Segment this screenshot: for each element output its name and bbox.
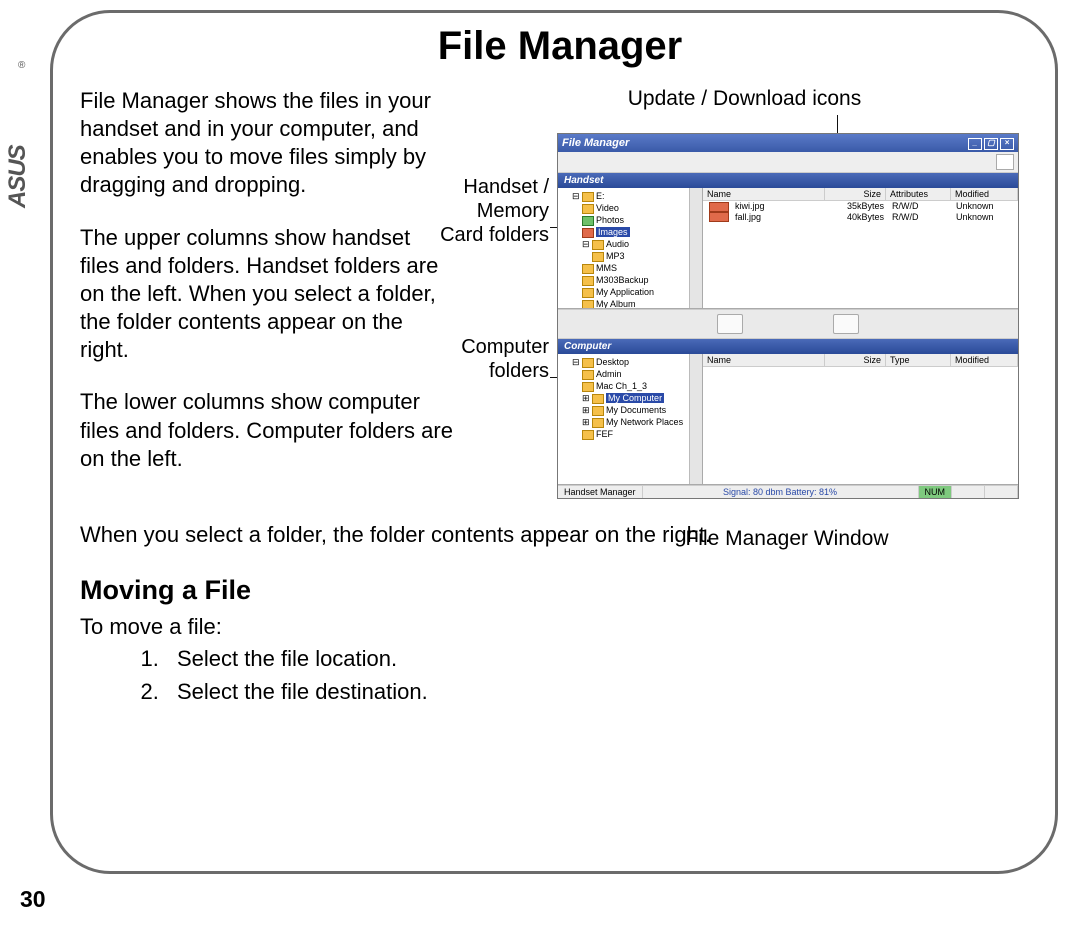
tree-item: Photos	[596, 215, 624, 225]
description-column: File Manager shows the files in your han…	[80, 87, 455, 497]
computer-file-list: Name Size Type Modified	[703, 354, 1018, 484]
col-modified: Modified	[951, 354, 1018, 366]
window-buttons: _▢×	[966, 136, 1014, 150]
handset-file-list: Name Size Attributes Modified kiwi.jpg 3…	[703, 188, 1018, 308]
figure-area: Update / Download icons Handset / Memory…	[467, 87, 1022, 111]
transfer-bar	[558, 309, 1018, 339]
tree-item: My Documents	[606, 405, 666, 415]
tree-item: Desktop	[596, 357, 629, 367]
intro-paragraph-3: The lower columns show computer files an…	[80, 388, 455, 472]
tree-item: Audio	[606, 239, 629, 249]
file-row: kiwi.jpg 35kBytes R/W/D Unknown	[703, 201, 1018, 212]
move-intro: To move a file:	[80, 614, 1040, 640]
intro-paragraph-1: File Manager shows the files in your han…	[80, 87, 455, 200]
brand-logo: ASUS	[4, 78, 32, 208]
tree-scrollbar	[689, 354, 702, 484]
step-item: Select the file location.	[165, 644, 1040, 675]
col-name: Name	[703, 188, 825, 200]
tree-item: FEF	[596, 429, 613, 439]
page-title: File Manager	[80, 24, 1040, 69]
tree-item: MP3	[606, 251, 625, 261]
section-bar-computer: Computer	[558, 339, 1018, 354]
status-left: Handset Manager	[558, 486, 643, 498]
tree-item: My Album	[596, 299, 636, 308]
status-bar: Handset Manager Signal: 80 dbm Battery: …	[558, 485, 1018, 498]
tree-root: E:	[596, 191, 605, 201]
tree-item: My Network Places	[606, 417, 683, 427]
tree-item: My Application	[596, 287, 654, 297]
col-name: Name	[703, 354, 825, 366]
intro-paragraph-2: The upper columns show handset files and…	[80, 224, 455, 365]
col-attributes: Attributes	[886, 188, 951, 200]
tree-scrollbar	[689, 188, 702, 308]
file-manager-window-mock: File Manager _▢× Handset ⊟ E: Video	[557, 133, 1019, 499]
upload-icon	[717, 314, 743, 334]
window-titlebar: File Manager _▢×	[558, 134, 1018, 152]
tree-item-selected: Images	[596, 227, 630, 237]
registered-mark: ®	[18, 60, 25, 71]
toolbar-icon	[996, 154, 1014, 170]
tree-item: Video	[596, 203, 619, 213]
tree-item: M303Backup	[596, 275, 649, 285]
col-modified: Modified	[951, 188, 1018, 200]
callout-handset-folders: Handset / Memory Card folders	[439, 175, 549, 247]
download-icon	[833, 314, 859, 334]
section-bar-handset: Handset	[558, 173, 1018, 188]
tree-item: Mac Ch_1_3	[596, 381, 647, 391]
computer-tree: ⊟ Desktop Admin Mac Ch_1_3 ⊞ My Computer…	[558, 354, 703, 484]
tree-item: Admin	[596, 369, 622, 379]
status-num: NUM	[919, 486, 953, 498]
callout-update-download: Update / Download icons	[467, 87, 1022, 111]
figure-caption: File Manager Window	[557, 527, 1017, 551]
window-title-text: File Manager	[562, 137, 629, 149]
file-row: fall.jpg 40kBytes R/W/D Unknown	[703, 212, 1018, 223]
col-type: Type	[886, 354, 951, 366]
col-size: Size	[825, 354, 886, 366]
section-heading: Moving a File	[80, 575, 1040, 606]
handset-tree: ⊟ E: Video Photos Images ⊟ Audio MP3	[558, 188, 703, 308]
callout-computer-folders: Computer folders	[439, 335, 549, 383]
steps-list: Select the file location. Select the fil…	[80, 644, 1040, 708]
window-toolbar	[558, 152, 1018, 173]
step-item: Select the file destination.	[165, 677, 1040, 708]
status-signal: Signal: 80 dbm Battery: 81%	[643, 486, 919, 498]
col-size: Size	[825, 188, 886, 200]
tree-item: MMS	[596, 263, 617, 273]
page-number: 30	[20, 886, 46, 913]
tree-item-selected: My Computer	[606, 393, 664, 403]
